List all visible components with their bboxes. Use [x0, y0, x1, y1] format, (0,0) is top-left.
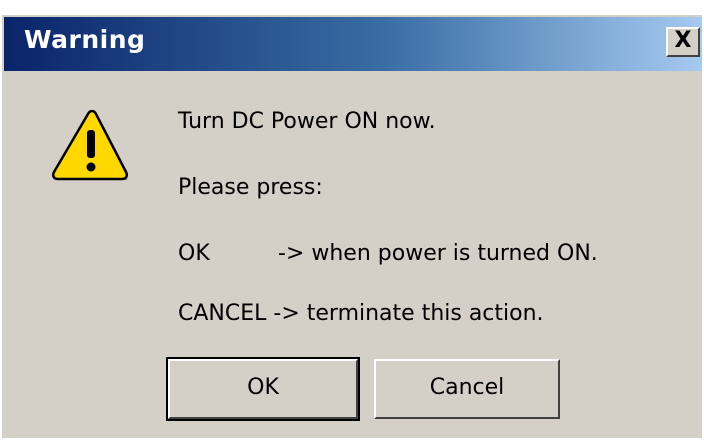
message-line-3-key: OK — [178, 241, 210, 266]
ok-button[interactable]: OK — [166, 357, 360, 421]
warning-icon — [51, 110, 129, 181]
warning-dialog: Warning X Turn DC Power ON now. Please p… — [0, 14, 702, 438]
message-line-3: OK -> when power is turned ON. — [178, 241, 598, 266]
cancel-button[interactable]: Cancel — [374, 359, 560, 419]
window-title: Warning — [24, 25, 146, 54]
message-line-1: Turn DC Power ON now. — [178, 109, 436, 134]
message-line-2: Please press: — [178, 175, 323, 200]
message-line-4: CANCEL -> terminate this action. — [178, 301, 544, 326]
title-bar[interactable]: Warning X — [4, 17, 702, 71]
message-line-3-text: -> when power is turned ON. — [278, 241, 598, 266]
close-button[interactable]: X — [666, 27, 700, 57]
